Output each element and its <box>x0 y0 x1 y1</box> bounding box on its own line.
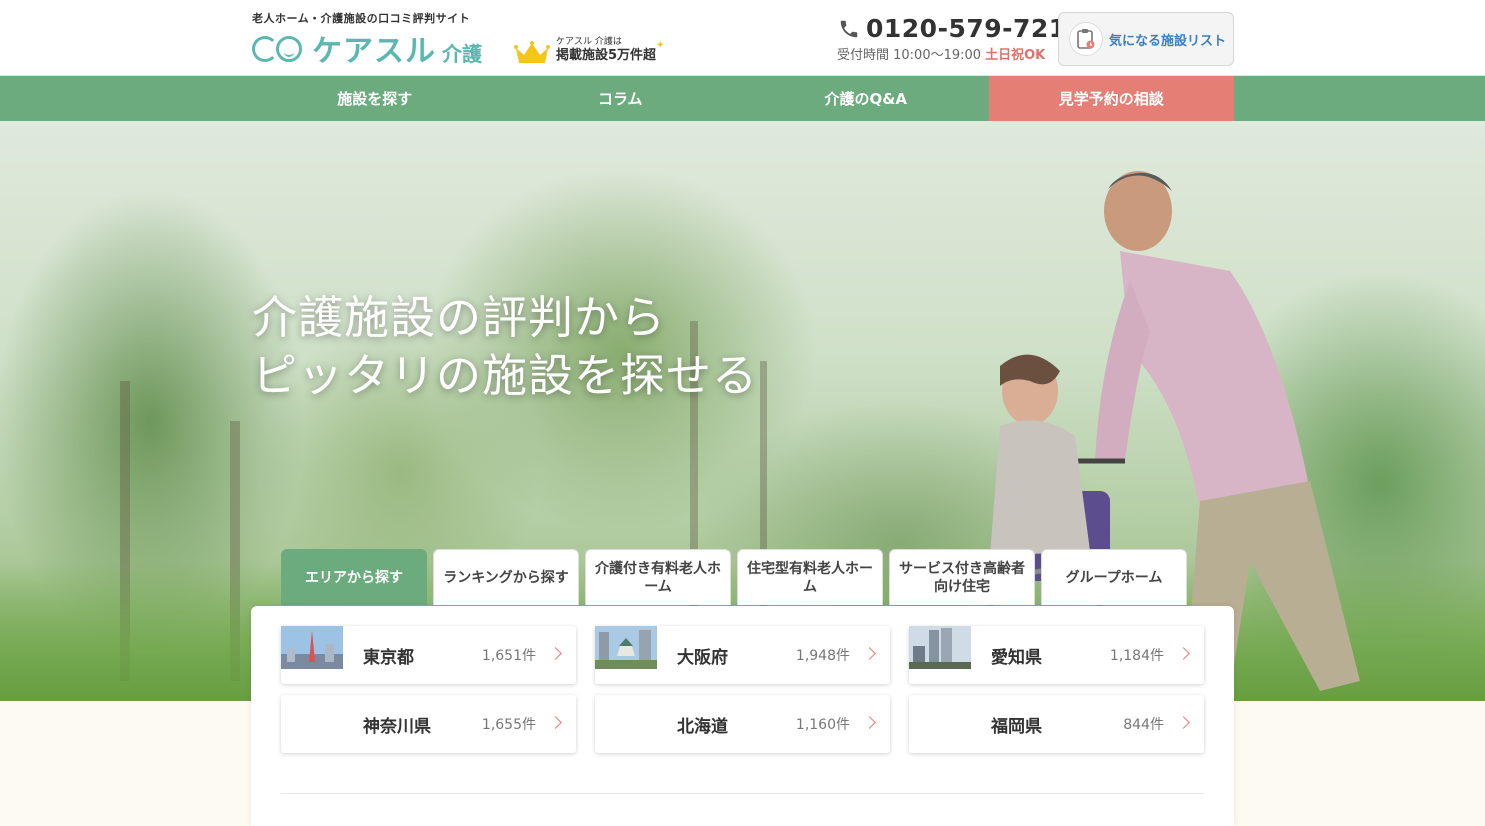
chevron-right-icon <box>549 716 562 729</box>
site-header: 老人ホーム・介護施設の口コミ評判サイト ケアスル 介護 ケアスル 介護は 掲載施… <box>0 0 1485 76</box>
sparkle-icon: ✦ <box>656 40 665 51</box>
site-logo[interactable]: ケアスル 介護 <box>252 30 482 69</box>
nav-item-search-facilities[interactable]: 施設を探す <box>252 76 498 121</box>
area-name: 北海道 <box>677 716 728 737</box>
area-count: 1,651件 <box>481 648 536 664</box>
area-name: 福岡県 <box>991 716 1042 737</box>
tab-ranking[interactable]: ランキングから探す <box>433 549 579 605</box>
area-search-panel: 東京都 1,651件 大阪府 1,948件 愛知県 1,184件 神奈川県 1,… <box>251 606 1234 826</box>
area-name: 大阪府 <box>677 647 728 668</box>
nav-item-column[interactable]: コラム <box>498 76 744 121</box>
chevron-right-icon <box>863 716 876 729</box>
badge-small-text: ケアスル 介護は <box>556 37 622 47</box>
phone-icon <box>840 20 858 37</box>
hero-headline: 介護施設の評判から ピッタリの施設を探せる <box>252 289 758 405</box>
crown-icon <box>514 41 550 63</box>
panel-divider <box>281 793 1204 794</box>
phone-number: 0120-579-721 <box>866 14 1067 43</box>
logo-mark-icon <box>252 33 308 63</box>
logo-text: ケアスル <box>312 34 436 69</box>
area-card-tokyo[interactable]: 東京都 1,651件 <box>281 626 576 684</box>
area-count: 1,655件 <box>481 717 536 733</box>
main-nav: 施設を探す コラム 介護のQ&A 見学予約の相談 <box>0 76 1485 121</box>
nagoya-skyline-image <box>909 626 971 669</box>
area-name: 東京都 <box>363 647 414 668</box>
area-card-kanagawa[interactable]: 神奈川県 1,655件 <box>281 695 576 753</box>
chevron-right-icon <box>1177 716 1190 729</box>
nav-item-qa[interactable]: 介護のQ&A <box>743 76 989 121</box>
weekend-ok-label: 土日祝OK <box>985 48 1046 63</box>
area-count: 1,948件 <box>795 648 850 664</box>
chevron-right-icon <box>549 647 562 660</box>
area-card-osaka[interactable]: 大阪府 1,948件 <box>595 626 890 684</box>
favorites-list-label: 気になる施設リスト <box>1109 33 1227 49</box>
area-card-fukuoka[interactable]: 福岡県 844件 <box>909 695 1204 753</box>
tab-nursing-home-care[interactable]: 介護付き有料老人ホーム <box>585 549 731 605</box>
area-count: 1,184件 <box>1109 648 1164 664</box>
hero-headline-line1: 介護施設の評判から <box>252 291 667 344</box>
area-name: 神奈川県 <box>363 716 431 737</box>
osaka-castle-image <box>595 626 657 669</box>
tokyo-skyline-image <box>281 626 343 669</box>
badge-big-text: 掲載施設5万件超 <box>556 48 657 64</box>
hero-headline-line2: ピッタリの施設を探せる <box>252 349 759 402</box>
tab-group-home[interactable]: グループホーム <box>1041 549 1187 605</box>
business-hours: 受付時間 10:00〜19:00 土日祝OK <box>837 44 1045 63</box>
listing-count-badge: ケアスル 介護は 掲載施設5万件超 <box>556 37 656 65</box>
area-name: 愛知県 <box>991 647 1042 668</box>
nav-item-visit-consultation[interactable]: 見学予約の相談 <box>988 76 1234 121</box>
favorites-list-button[interactable]: 気になる施設リスト <box>1058 12 1234 66</box>
logo-subtext: 介護 <box>442 41 482 66</box>
area-count: 1,160件 <box>795 717 850 733</box>
tab-serviced-housing[interactable]: サービス付き高齢者向け住宅 <box>889 549 1035 605</box>
hours-text: 受付時間 10:00〜19:00 <box>837 48 982 63</box>
chevron-right-icon <box>863 647 876 660</box>
phone-contact[interactable]: 0120-579-721 <box>838 14 1067 43</box>
clipboard-icon <box>1069 22 1103 56</box>
site-tagline: 老人ホーム・介護施設の口コミ評判サイト <box>252 12 471 25</box>
tab-area[interactable]: エリアから探す <box>281 549 427 605</box>
chevron-right-icon <box>1177 647 1190 660</box>
search-tabs: エリアから探す ランキングから探す 介護付き有料老人ホーム 住宅型有料老人ホーム… <box>281 549 1187 605</box>
area-card-hokkaido[interactable]: 北海道 1,160件 <box>595 695 890 753</box>
area-card-aichi[interactable]: 愛知県 1,184件 <box>909 626 1204 684</box>
area-count: 844件 <box>1123 717 1164 733</box>
tab-residential-home[interactable]: 住宅型有料老人ホーム <box>737 549 883 605</box>
